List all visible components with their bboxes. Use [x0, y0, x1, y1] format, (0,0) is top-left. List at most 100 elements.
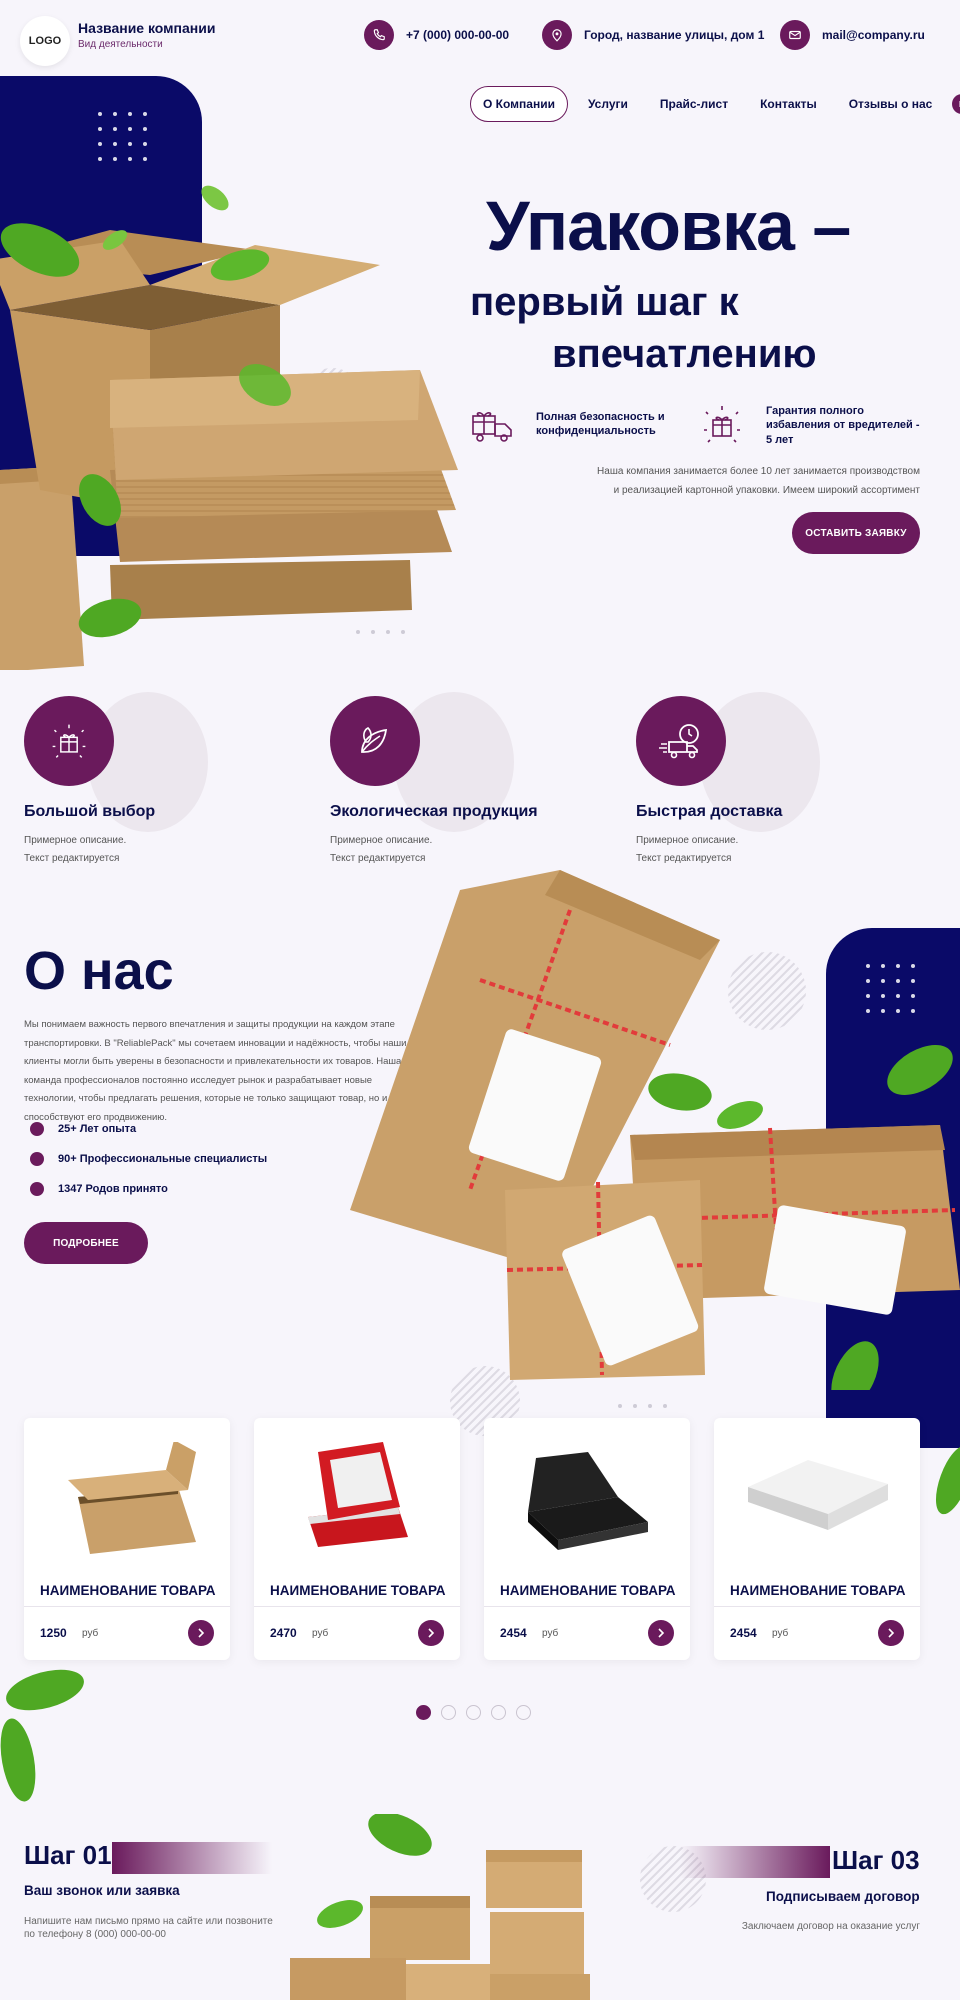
gift-boxes-illustration — [350, 870, 960, 1390]
chevron-right-icon[interactable] — [878, 1620, 904, 1646]
nav-item-company[interactable]: О Компании — [470, 86, 568, 122]
phone-number[interactable]: +7 (000) 000-00-00 — [406, 28, 509, 42]
step-gradient — [112, 1842, 272, 1874]
bullet-text: 90+ Профессиональные специалисты — [58, 1153, 268, 1165]
product-name[interactable]: НАИМЕНОВАНИЕ ТОВАРА — [40, 1583, 216, 1598]
chevron-right-icon[interactable] — [648, 1620, 674, 1646]
product-currency: руб — [82, 1628, 99, 1639]
pager-dot[interactable] — [516, 1705, 531, 1720]
product-card[interactable]: НАИМЕНОВАНИЕ ТОВАРА 2470 руб — [254, 1418, 460, 1660]
step-title-01: Шаг 01 — [24, 1840, 112, 1870]
card-divider — [484, 1606, 690, 1607]
product-image — [68, 1442, 196, 1554]
product-price: 2454 — [730, 1626, 757, 1640]
delivery-truck-clock-icon — [636, 696, 726, 786]
main-nav: О Компании Услуги Прайс-лист Контакты От… — [470, 86, 960, 122]
delivery-gift-icon — [470, 404, 518, 444]
chevron-right-icon[interactable] — [418, 1620, 444, 1646]
product-name[interactable]: НАИМЕНОВАНИЕ ТОВАРА — [500, 1583, 676, 1598]
feature-desc-line: Примерное описание. — [636, 835, 739, 846]
card-divider — [714, 1606, 920, 1607]
decor-dots — [98, 112, 147, 161]
stacked-boxes-illustration — [290, 1814, 590, 2000]
feature-title-choice: Большой выбор — [24, 803, 156, 820]
about-bullet: 25+ Лет опыта — [30, 1122, 136, 1136]
hero-feature-guarantee: Гарантия полного избавления от вредителе… — [766, 405, 920, 446]
step-desc-03: Заключаем договор на оказание услуг — [741, 1921, 920, 1932]
feature-desc-line: Текст редактируется — [330, 852, 426, 864]
about-bullet: 1347 Родов принято — [30, 1182, 168, 1196]
hero-description: Наша компания занимается более 10 лет за… — [597, 466, 920, 496]
hero-title-line1: Упаковка – — [486, 187, 851, 265]
step-gradient — [680, 1846, 830, 1878]
product-card[interactable]: НАИМЕНОВАНИЕ ТОВАРА 1250 руб — [24, 1418, 230, 1660]
pager-dot[interactable] — [491, 1705, 506, 1720]
leaf-decoration — [0, 1669, 84, 1802]
step-title-03: Шаг 03 — [832, 1845, 920, 1875]
bullet-dot — [30, 1122, 44, 1136]
feature-desc-line: Примерное описание. — [24, 835, 127, 846]
company-name: Название компании — [78, 20, 216, 36]
leaves-icon — [330, 696, 420, 786]
location-icon — [542, 20, 572, 50]
product-price: 2454 — [500, 1626, 527, 1640]
feature-desc-line: Текст редактируется — [24, 852, 120, 864]
products-pager — [416, 1705, 531, 1720]
step-subtitle-03: Подписываем договор — [766, 1889, 920, 1904]
company-activity: Вид деятельности — [78, 39, 163, 50]
bullet-text: 25+ Лет опыта — [58, 1123, 137, 1135]
nav-item-contacts[interactable]: Контакты — [748, 87, 829, 121]
more-button[interactable]: ПОДРОБНЕЕ — [24, 1222, 148, 1264]
pager-dot[interactable] — [441, 1705, 456, 1720]
hero-cardboard-illustration — [0, 185, 458, 670]
logo[interactable]: LOGO — [20, 16, 70, 66]
card-divider — [24, 1606, 230, 1607]
step-subtitle-01: Ваш звонок или заявка — [24, 1883, 180, 1898]
menu-icon[interactable] — [952, 94, 960, 114]
header-phone[interactable]: +7 (000) 000-00-00 — [364, 20, 509, 50]
nav-item-services[interactable]: Услуги — [576, 87, 640, 121]
feature-desc-line: Текст редактируется — [636, 852, 732, 864]
nav-item-reviews[interactable]: Отзывы о нас — [837, 87, 945, 121]
product-currency: руб — [542, 1628, 559, 1639]
card-divider — [254, 1606, 460, 1607]
bullet-dot — [30, 1152, 44, 1166]
hero-title-line2: первый шаг к — [470, 280, 739, 324]
step-desc-01: Напишите нам письмо прямо на сайте или п… — [24, 1916, 273, 1940]
feature-desc-line: Примерное описание. — [330, 835, 433, 846]
about-title: О нас — [24, 941, 174, 1001]
feature-desc-delivery: Примерное описание. Текст редактируется — [636, 832, 738, 867]
feature-title-eco: Экологическая продукция — [330, 803, 538, 820]
gift-sparkle-icon — [24, 696, 114, 786]
nav-item-pricelist[interactable]: Прайс-лист — [648, 87, 740, 121]
decor-dots-grey — [618, 1404, 667, 1408]
submit-request-button[interactable]: ОСТАВИТЬ ЗАЯВКУ — [792, 512, 920, 554]
product-image — [308, 1442, 408, 1547]
product-price: 1250 — [40, 1626, 67, 1640]
pager-dot-active[interactable] — [416, 1705, 431, 1720]
product-name[interactable]: НАИМЕНОВАНИЕ ТОВАРА — [730, 1583, 906, 1598]
hero-title-line3: впечатлению — [552, 332, 817, 376]
product-name[interactable]: НАИМЕНОВАНИЕ ТОВАРА — [270, 1583, 446, 1598]
product-currency: руб — [312, 1628, 329, 1639]
header-email[interactable]: mail@company.ru — [780, 20, 925, 50]
address-text: Город, название улицы, дом 1 — [584, 28, 765, 42]
product-image — [748, 1460, 888, 1530]
product-currency: руб — [772, 1628, 789, 1639]
email-link[interactable]: mail@company.ru — [822, 28, 925, 42]
product-card[interactable]: НАИМЕНОВАНИЕ ТОВАРА 2454 руб — [714, 1418, 920, 1660]
sparkle-gift-icon — [700, 402, 744, 446]
product-card[interactable]: НАИМЕНОВАНИЕ ТОВАРА 2454 руб — [484, 1418, 690, 1660]
pager-dot[interactable] — [466, 1705, 481, 1720]
hero-feature-security: Полная безопасность и конфиденциальность — [536, 411, 665, 438]
product-price: 2470 — [270, 1626, 297, 1640]
leaf-decoration — [935, 1445, 960, 1515]
chevron-right-icon[interactable] — [188, 1620, 214, 1646]
mail-icon — [780, 20, 810, 50]
product-image — [528, 1452, 648, 1550]
header-address: Город, название улицы, дом 1 — [542, 20, 764, 50]
feature-title-delivery: Быстрая доставка — [636, 803, 783, 820]
bullet-dot — [30, 1182, 44, 1196]
about-bullet: 90+ Профессиональные специалисты — [30, 1152, 267, 1166]
bullet-text: 1347 Родов принято — [58, 1183, 168, 1195]
